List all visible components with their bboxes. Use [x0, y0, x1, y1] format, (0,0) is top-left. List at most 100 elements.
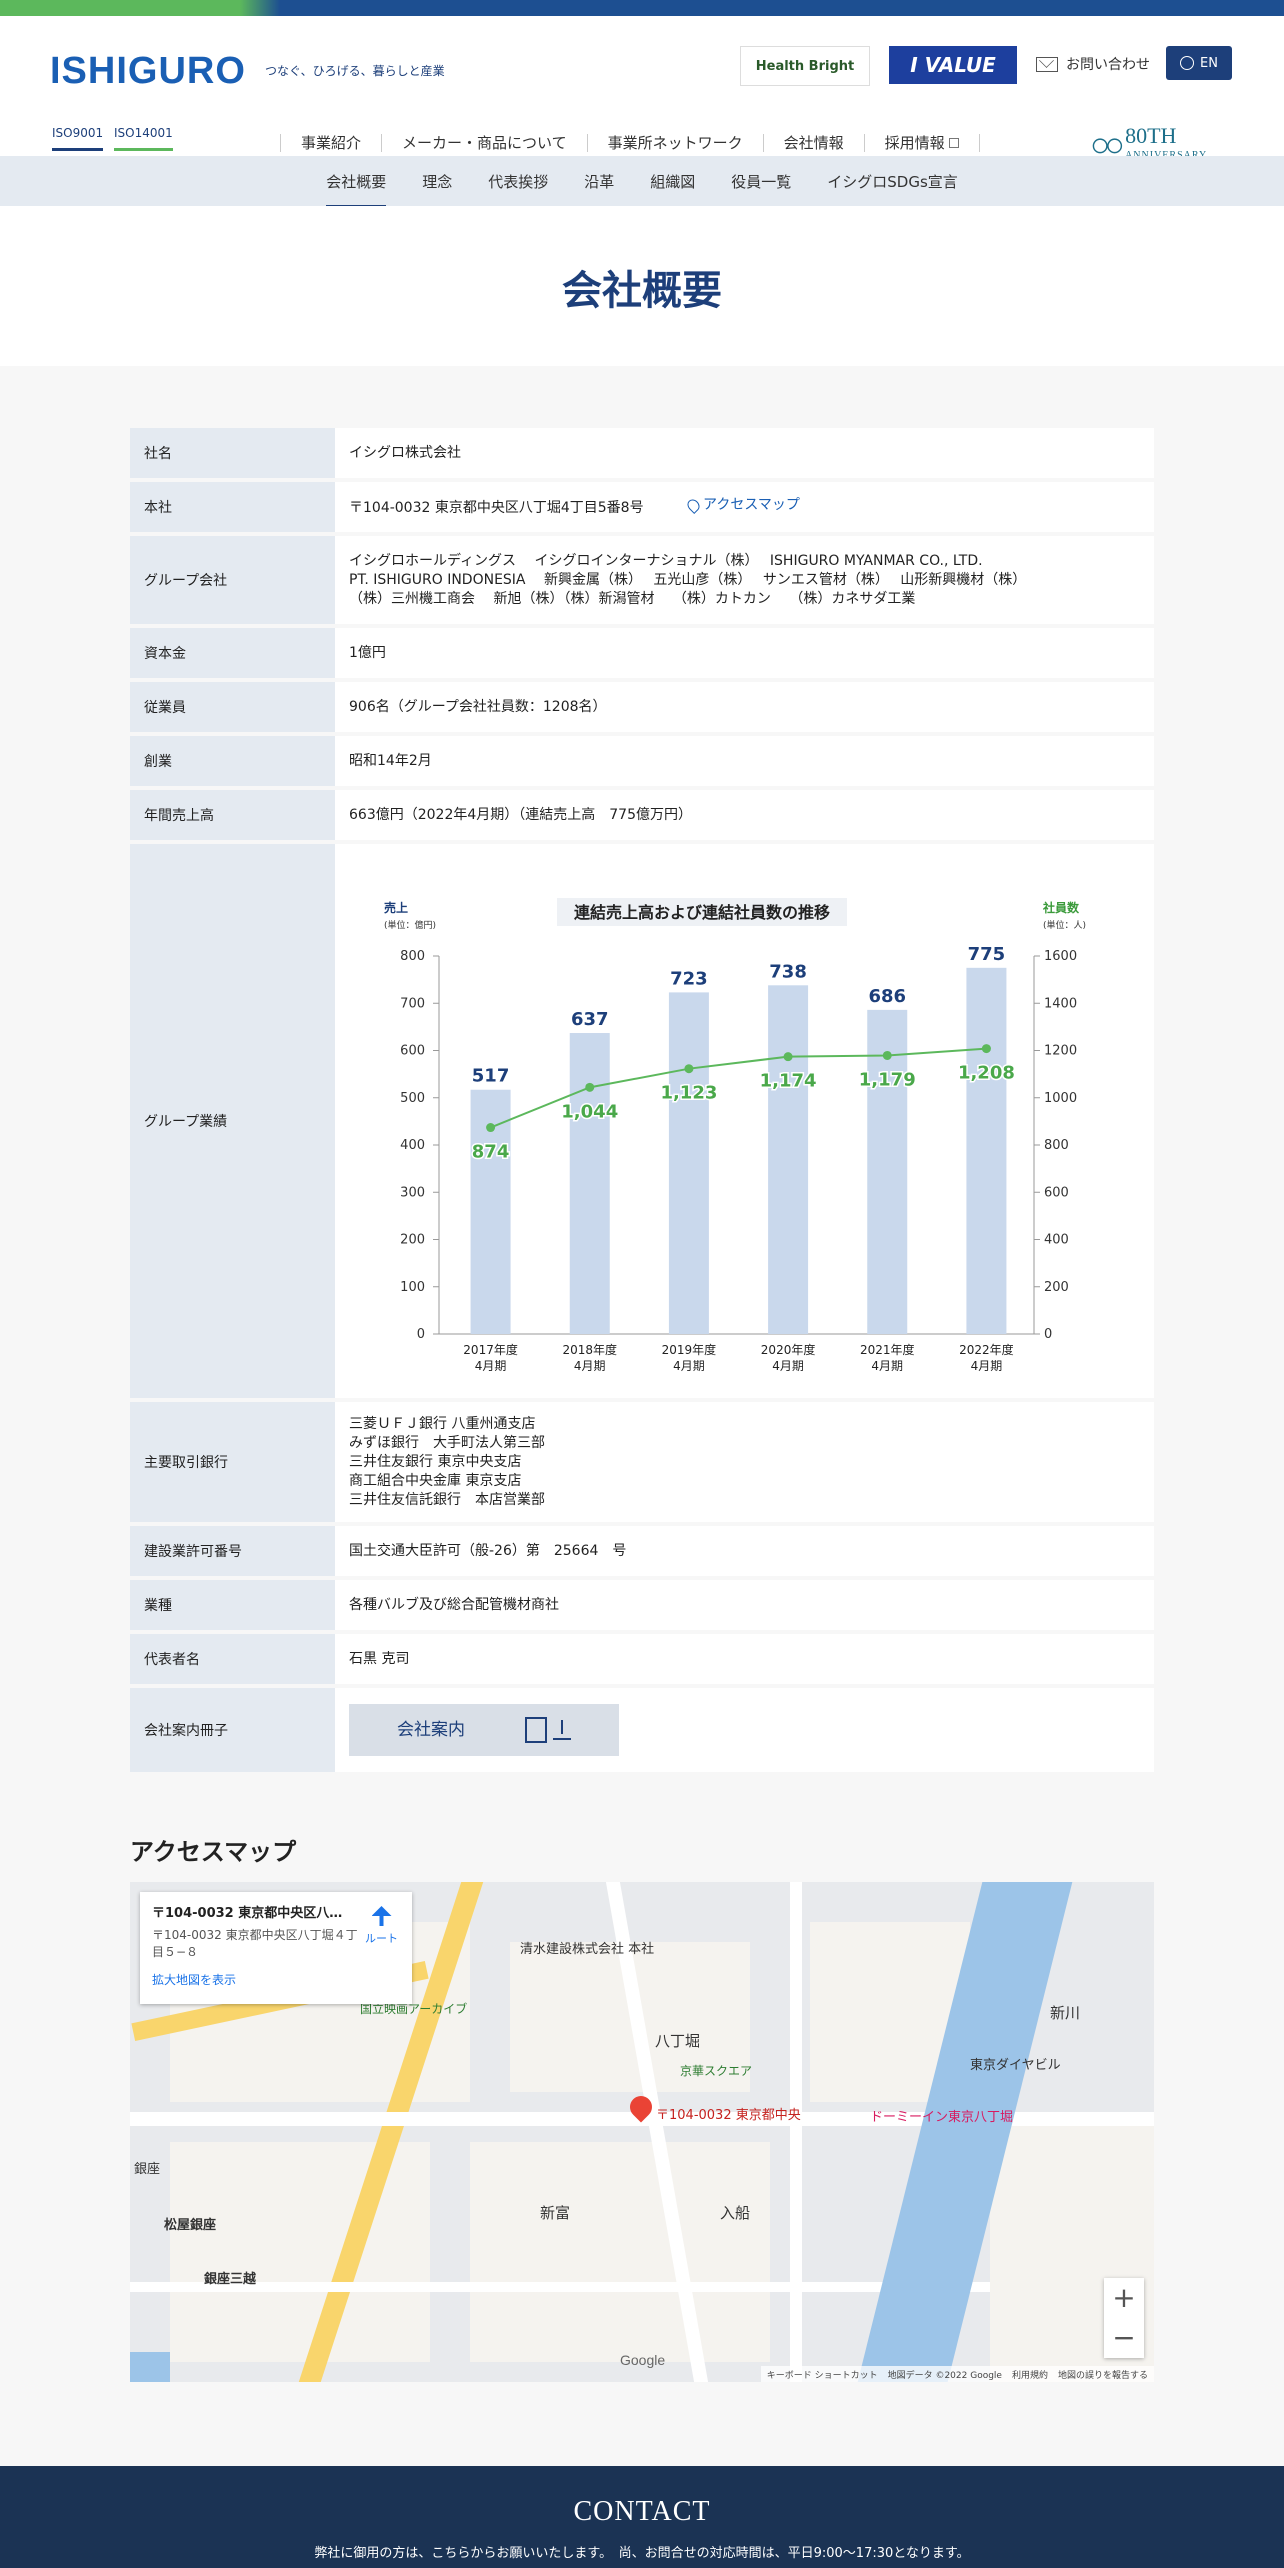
row-label: 建設業許可番号: [130, 1526, 335, 1576]
nav-makers-products[interactable]: メーカー・商品について: [381, 134, 587, 152]
map-block: [170, 2142, 430, 2362]
sub-nav: 会社概要 理念 代表挨拶 沿革 組織図 役員一覧 イシグロSDGs宣言: [0, 156, 1284, 208]
mail-icon: [1036, 56, 1058, 72]
table-row: 主要取引銀行 三菱ＵＦＪ銀行 八重州通支店 みずほ銀行 大手町法人第三部 三井住…: [130, 1402, 1154, 1522]
x-tick-label: 2017年度: [463, 1342, 518, 1357]
zoom-out-button[interactable]: −: [1104, 2318, 1144, 2358]
google-map[interactable]: 八丁堀 新富 入船 新川 銀座 京華スクエア 清水建設株式会社 本社 国立映画ア…: [130, 1882, 1154, 2382]
bank-line: 三菱ＵＦＪ銀行 八重州通支店: [349, 1415, 536, 1432]
right-tick-label: 1600: [1044, 949, 1077, 964]
view-larger-map-link[interactable]: 拡大地図を表示: [152, 1971, 400, 1988]
subnav-message[interactable]: 代表挨拶: [488, 171, 548, 192]
map-label: 松屋銀座: [164, 2218, 217, 2233]
row-value: イシグロ株式会社: [335, 428, 1154, 478]
row-label: 資本金: [130, 628, 335, 678]
iso9001-link[interactable]: ISO9001: [52, 126, 104, 151]
subnav-organization[interactable]: 組織図: [650, 171, 695, 192]
map-label: 清水建設株式会社 本社: [520, 1942, 655, 1957]
row-value: イシグロホールディングス イシグロインターナショナル（株） ISHIGURO M…: [335, 536, 1154, 624]
subnav-history[interactable]: 沿革: [584, 171, 614, 192]
left-tick-label: 300: [400, 1185, 425, 1200]
map-pin-icon: [685, 497, 703, 514]
employee-value-label: 1,208: [958, 1063, 1015, 1084]
route-label: ルート: [365, 1932, 398, 1945]
row-value: 〒104-0032 東京都中央区八丁堀4丁目5番8号 アクセスマップ: [335, 482, 1154, 532]
right-tick-label: 1200: [1044, 1044, 1077, 1059]
subnav-sdgs[interactable]: イシグロSDGs宣言: [827, 171, 958, 192]
language-label: EN: [1200, 55, 1218, 71]
left-tick-label: 500: [400, 1091, 425, 1106]
map-card-address: 〒104-0032 東京都中央区八丁堀４丁目５−８: [152, 1928, 358, 1959]
iso14001-link[interactable]: ISO14001: [114, 126, 173, 151]
row-label: 社名: [130, 428, 335, 478]
left-tick-label: 400: [400, 1138, 425, 1153]
access-map-link[interactable]: アクセスマップ: [685, 496, 800, 515]
left-tick-label: 700: [400, 996, 425, 1011]
map-zoom-control: + −: [1104, 2278, 1144, 2358]
table-row: 建設業許可番号 国土交通大臣許可（般-26）第 25664 号: [130, 1526, 1154, 1576]
row-label: 会社案内冊子: [130, 1688, 335, 1772]
right-axis-label: 社員数: [1042, 900, 1080, 915]
x-tick-label: 2019年度: [662, 1342, 717, 1357]
company-tagline: つなぐ、ひろげる、暮らしと産業: [265, 64, 445, 78]
group-company-line: イシグロホールディングス イシグロインターナショナル（株） ISHIGURO M…: [349, 552, 983, 569]
chart-title: 連結売上高および連結社員数の推移: [574, 903, 830, 922]
row-label: 業種: [130, 1580, 335, 1630]
row-value: 906名（グループ会社社員数：1208名）: [335, 682, 1154, 732]
title-section: 会社概要: [0, 206, 1284, 366]
nav-company-info[interactable]: 会社情報: [762, 134, 864, 164]
health-bright-banner[interactable]: Health Bright: [740, 46, 870, 86]
chart-svg: 連結売上高および連結社員数の推移 売上 (単位：億円) 社員数 (単位：人) 0 100 20…: [384, 898, 1086, 1373]
pdf-icon: [525, 1717, 547, 1743]
route-button[interactable]: ルート: [365, 1906, 398, 1946]
left-tick-label: 200: [400, 1233, 425, 1248]
table-row: 資本金 1億円: [130, 628, 1154, 678]
employee-value-label: 874: [472, 1142, 510, 1163]
contact-link-label: お問い合わせ: [1066, 57, 1150, 73]
contact-link[interactable]: お問い合わせ: [1036, 54, 1150, 74]
terms-link[interactable]: 利用規約: [1012, 2368, 1048, 2381]
table-row: 代表者名 石黒 克司: [130, 1634, 1154, 1684]
employee-point: [882, 1050, 892, 1060]
map-data-credit: 地図データ ©2022 Google: [887, 2370, 1002, 2381]
row-value: 1億円: [335, 628, 1154, 678]
left-axis-label: 売上: [384, 900, 408, 915]
access-map-heading: アクセスマップ: [130, 1838, 297, 1866]
external-link-icon: [948, 138, 959, 148]
brochure-button-label: 会社案内: [397, 1719, 465, 1740]
language-en-button[interactable]: EN: [1166, 46, 1232, 80]
company-logo[interactable]: ISHIGURO: [50, 50, 246, 93]
bar-value-label: 686: [868, 986, 906, 1007]
map-label: 新川: [1050, 2004, 1081, 2022]
row-value: 各種バルブ及び総合配管機材商社: [335, 1580, 1154, 1630]
zoom-in-button[interactable]: +: [1104, 2278, 1144, 2318]
table-row: グループ業績 連結売上高および連結社員数の推移 売上 (単位：億円) 社員数 (単位：人…: [130, 844, 1154, 1398]
subnav-overview[interactable]: 会社概要: [326, 171, 387, 208]
row-label: 代表者名: [130, 1634, 335, 1684]
keyboard-shortcuts-link[interactable]: キーボード ショートカット: [767, 2368, 878, 2381]
google-logo: Google: [620, 2352, 666, 2368]
x-tick-label: 2021年度: [860, 1342, 915, 1357]
nav-business[interactable]: 事業紹介: [280, 134, 381, 152]
report-error-link[interactable]: 地図の誤りを報告する: [1058, 2368, 1148, 2381]
bank-line: 三井住友銀行 東京中央支店: [349, 1453, 522, 1470]
x-tick-label: 4月期: [574, 1359, 606, 1373]
row-value: 国土交通大臣許可（般-26）第 25664 号: [335, 1526, 1154, 1576]
map-marker-label: 〒104-0032 東京都中央: [656, 2108, 801, 2123]
subnav-officers[interactable]: 役員一覧: [731, 171, 791, 192]
row-value: 会社案内: [335, 1688, 1154, 1772]
subnav-philosophy[interactable]: 理念: [422, 171, 452, 192]
page-title: 会社概要: [562, 268, 722, 314]
nav-network[interactable]: 事業所ネットワーク: [586, 134, 763, 152]
table-row: 業種 各種バルブ及び総合配管機材商社: [130, 1580, 1154, 1630]
map-label: ドーミーイン東京八丁堀: [870, 2110, 1014, 2125]
employee-point: [981, 1044, 991, 1054]
left-tick-label: 100: [400, 1280, 425, 1295]
nav-recruit[interactable]: 採用情報: [863, 134, 980, 152]
employee-point: [783, 1052, 793, 1062]
x-tick-label: 4月期: [871, 1359, 903, 1373]
x-tick-label: 4月期: [475, 1359, 507, 1373]
brochure-download-button[interactable]: 会社案内: [349, 1704, 619, 1756]
map-poi: 京華スクエア: [680, 2064, 753, 2078]
ivalue-banner[interactable]: I VALUE: [889, 46, 1017, 84]
